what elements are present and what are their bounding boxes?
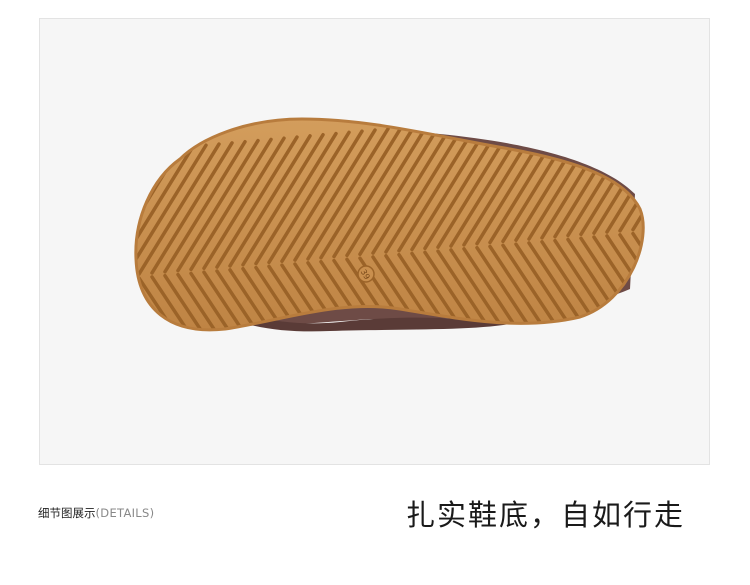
tread-groove (698, 94, 710, 224)
tread-groove (685, 229, 710, 335)
headline-slogan: 扎实鞋底，自如行走 (406, 498, 686, 532)
tread-groove (659, 97, 710, 227)
outsole (134, 94, 710, 338)
tread-groove (646, 232, 710, 338)
details-label-cn: 细节图展示 (38, 506, 96, 520)
tread-groove (672, 96, 710, 226)
product-photo-frame: 39 (39, 18, 710, 465)
tread-groove (631, 231, 644, 330)
tread-groove (685, 95, 710, 225)
tread-groove (618, 119, 644, 233)
tread-groove (646, 98, 710, 228)
details-caption: 细节图展示(DETAILS) (38, 505, 154, 521)
tread-groove (618, 233, 644, 330)
tread-groove (672, 230, 710, 336)
tread-groove (659, 231, 710, 337)
shoe-sole-photo: 39 (134, 94, 710, 338)
tread-groove (605, 119, 644, 234)
details-label-en: (DETAILS) (95, 506, 155, 520)
tread-groove (698, 228, 710, 334)
tread-groove (631, 119, 644, 232)
